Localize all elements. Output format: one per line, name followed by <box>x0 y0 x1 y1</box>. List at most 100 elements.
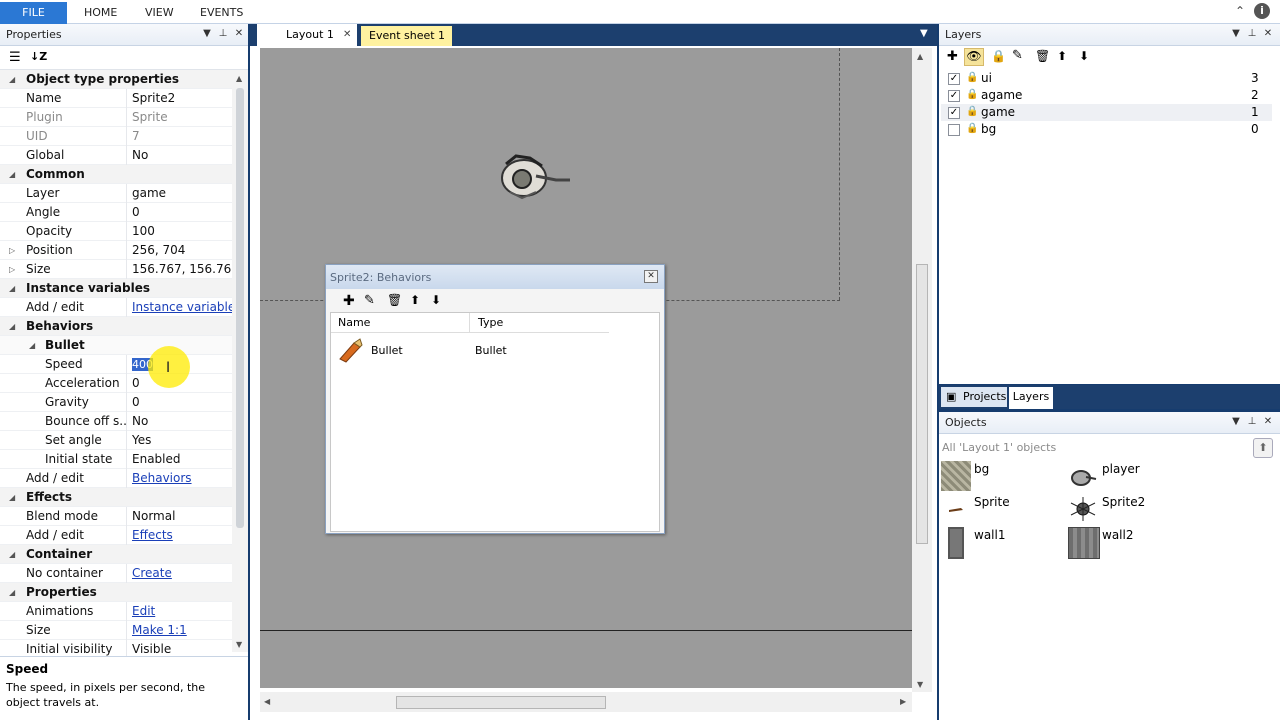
edit-icon[interactable]: ✎ <box>364 293 375 308</box>
object-wall2[interactable]: wall2 <box>1102 528 1133 542</box>
chevron-up-icon[interactable]: ⌃ <box>1232 3 1248 19</box>
pin-icon[interactable]: ⊥ <box>1245 27 1259 41</box>
property-row[interactable]: Set angle Yes <box>0 431 232 450</box>
edit-icon[interactable]: ✎ <box>1012 48 1023 63</box>
property-link[interactable]: Effects <box>126 526 232 545</box>
file-tab[interactable]: FILE <box>0 2 67 24</box>
properties-scroll-thumb[interactable] <box>236 88 244 528</box>
property-row[interactable]: Opacity 100 <box>0 222 232 241</box>
lock-icon[interactable]: 🔒 <box>966 72 978 83</box>
tab-events[interactable]: EVENTS <box>200 2 243 24</box>
tab-projects[interactable]: ▣ Projects <box>941 387 1007 407</box>
property-row[interactable]: ▷ Size 156.767, 156.767 <box>0 260 232 279</box>
collapse-icon[interactable]: ◢ <box>9 317 15 336</box>
property-category[interactable]: ◢ Bullet <box>0 336 232 355</box>
close-icon[interactable]: ✕ <box>343 24 351 46</box>
property-row[interactable]: Blend mode Normal <box>0 507 232 526</box>
object-sprite2[interactable]: Sprite2 <box>1102 495 1145 509</box>
info-icon[interactable]: i <box>1254 3 1270 19</box>
scroll-right-icon[interactable]: ▶ <box>900 697 906 706</box>
lock-icon[interactable]: 🔒 <box>991 49 1006 63</box>
tab-event-sheet-1[interactable]: Event sheet 1 <box>361 26 452 46</box>
property-category[interactable]: ◢ Container <box>0 545 232 564</box>
scroll-left-icon[interactable]: ◀ <box>264 697 270 706</box>
tab-layers[interactable]: Layers <box>1009 387 1053 409</box>
editor-vertical-scrollbar[interactable]: ▲ ▼ <box>912 48 932 692</box>
property-row[interactable]: Speed 400 <box>0 355 232 374</box>
property-value[interactable]: 256, 704 <box>126 241 232 260</box>
move-up-icon[interactable]: ⬆ <box>1057 49 1067 63</box>
tab-view[interactable]: VIEW <box>145 2 174 24</box>
property-row[interactable]: Add / edit Instance variables <box>0 298 232 317</box>
dropdown-icon[interactable]: ▼ <box>200 27 214 41</box>
property-value[interactable]: Yes <box>126 431 232 450</box>
filter-up-icon[interactable]: ⬆ <box>1253 438 1273 458</box>
lock-icon[interactable]: 🔒 <box>966 89 978 100</box>
property-link[interactable]: Instance variables <box>126 298 232 317</box>
move-down-icon[interactable]: ⬇ <box>431 293 441 307</box>
property-value[interactable]: Sprite <box>126 108 232 127</box>
dropdown-icon[interactable]: ▼ <box>1229 415 1243 429</box>
sprite2-thumbnail[interactable] <box>1068 494 1098 524</box>
property-category[interactable]: ◢ Common <box>0 165 232 184</box>
property-row[interactable]: Angle 0 <box>0 203 232 222</box>
dropdown-icon[interactable]: ▼ <box>1229 27 1243 41</box>
property-row[interactable]: Add / edit Effects <box>0 526 232 545</box>
property-row[interactable]: Animations Edit <box>0 602 232 621</box>
property-row[interactable]: Layer game <box>0 184 232 203</box>
categorized-icon[interactable]: ☰ <box>9 50 21 65</box>
close-icon[interactable]: ✕ <box>232 27 246 41</box>
vertical-scroll-thumb[interactable] <box>916 264 928 544</box>
property-link[interactable]: Edit <box>126 602 232 621</box>
collapse-icon[interactable]: ◢ <box>29 336 35 355</box>
behavior-row[interactable]: Bullet Bullet <box>331 337 659 365</box>
property-row[interactable]: Initial state Enabled <box>0 450 232 469</box>
scroll-down-icon[interactable]: ▼ <box>236 640 242 649</box>
property-value[interactable]: game <box>126 184 232 203</box>
property-row[interactable]: Add / edit Behaviors <box>0 469 232 488</box>
property-category[interactable]: ◢ Object type properties <box>0 70 232 89</box>
collapse-icon[interactable]: ◢ <box>9 279 15 298</box>
property-value[interactable]: 7 <box>126 127 232 146</box>
lock-icon[interactable]: 🔒 <box>966 123 978 134</box>
property-row[interactable]: UID 7 <box>0 127 232 146</box>
collapse-icon[interactable]: ◢ <box>9 545 15 564</box>
wall2-thumbnail[interactable] <box>1068 527 1100 559</box>
lock-icon[interactable]: 🔒 <box>966 106 978 117</box>
collapse-icon[interactable]: ◢ <box>9 70 15 89</box>
add-layer-icon[interactable]: ✚ <box>947 49 958 64</box>
layer-visible-checkbox[interactable]: ✓ <box>948 107 960 119</box>
property-row[interactable]: Acceleration 0 <box>0 374 232 393</box>
property-link[interactable]: Create <box>126 564 232 583</box>
scroll-up-icon[interactable]: ▲ <box>917 52 923 61</box>
sort-az-icon[interactable]: ↓Z <box>30 50 47 63</box>
property-category[interactable]: ◢ Effects <box>0 488 232 507</box>
property-value[interactable]: 100 <box>126 222 232 241</box>
property-value[interactable]: 0 <box>126 203 232 222</box>
collapse-icon[interactable]: ◢ <box>9 583 15 602</box>
layer-visible-checkbox[interactable]: ✓ <box>948 73 960 85</box>
sprite2-instance[interactable] <box>496 152 572 204</box>
tab-home[interactable]: HOME <box>84 2 117 24</box>
eye-icon[interactable]: 👁 <box>964 48 984 66</box>
property-row[interactable]: No container Create <box>0 564 232 583</box>
bg-thumbnail[interactable] <box>941 461 971 491</box>
add-icon[interactable]: ✚ <box>343 293 355 309</box>
property-link[interactable]: Behaviors <box>126 469 232 488</box>
close-icon[interactable]: ✕ <box>1261 27 1275 41</box>
property-value[interactable]: No <box>126 412 232 431</box>
move-down-icon[interactable]: ⬇ <box>1079 49 1089 63</box>
horizontal-scroll-thumb[interactable] <box>396 696 606 709</box>
property-row[interactable]: Bounce off s... No <box>0 412 232 431</box>
wall1-thumbnail[interactable] <box>948 527 964 559</box>
pin-icon[interactable]: ⊥ <box>1245 415 1259 429</box>
close-icon[interactable]: ✕ <box>644 270 658 283</box>
property-link[interactable]: Make 1:1 <box>126 621 232 640</box>
property-value[interactable]: Enabled <box>126 450 232 469</box>
expand-icon[interactable]: ▷ <box>9 260 15 279</box>
property-category[interactable]: ◢ Properties <box>0 583 232 602</box>
column-type[interactable]: Type <box>478 316 503 329</box>
player-thumbnail[interactable] <box>1068 461 1098 491</box>
pin-icon[interactable]: ⊥ <box>216 27 230 41</box>
object-sprite[interactable]: Sprite <box>974 495 1010 509</box>
